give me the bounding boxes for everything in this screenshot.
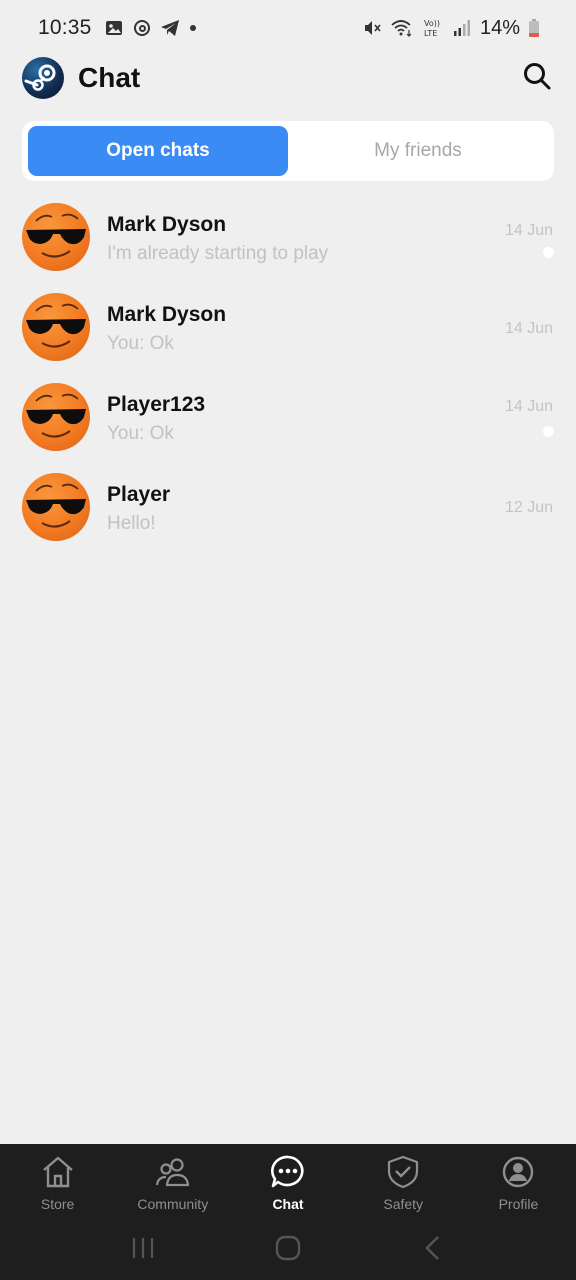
nav-item-safety[interactable]: Safety <box>346 1144 461 1220</box>
avatar <box>22 203 90 271</box>
chat-preview: Hello! <box>107 513 156 534</box>
search-button[interactable] <box>520 61 554 95</box>
chat-text: Player123 You: Ok <box>107 392 205 448</box>
nav-item-chat[interactable]: Chat <box>230 1144 345 1220</box>
tab-my-friends[interactable]: My friends <box>288 126 548 176</box>
chat-name: Player <box>107 483 171 506</box>
avatar <box>22 293 90 361</box>
chat-date: 14 Jun <box>504 222 553 239</box>
nav-label: Community <box>137 1196 209 1212</box>
app-header: Chat <box>0 56 576 100</box>
unread-dot <box>543 426 554 437</box>
chat-text: Mark Dyson I'm already starting to play <box>107 212 328 268</box>
chat-name: Player123 <box>107 393 206 416</box>
people-icon <box>155 1154 191 1190</box>
svg-text:Vo)): Vo)) <box>424 19 440 28</box>
volte-icon: Vo)) LTE <box>422 18 444 38</box>
chat-text: Mark Dyson You: Ok <box>107 302 226 358</box>
chat-row[interactable]: Player123 You: Ok 14 Jun <box>0 380 576 470</box>
recents-button[interactable] <box>123 1230 163 1270</box>
svg-text:LTE: LTE <box>424 29 437 38</box>
avatar <box>22 473 90 541</box>
chat-preview: I'm already starting to play <box>107 243 329 264</box>
page-title: Chat <box>78 62 141 93</box>
dot-icon <box>188 18 198 38</box>
home-icon <box>40 1154 76 1190</box>
nav-label: Safety <box>383 1196 424 1212</box>
recents-icon <box>130 1235 156 1266</box>
chat-row[interactable]: Mark Dyson You: Ok 14 Jun <box>0 290 576 380</box>
chat-bubble-icon <box>270 1154 306 1190</box>
status-bar: 10:35 Vo)) LTE 14% <box>0 0 576 56</box>
chat-row[interactable]: Mark Dyson I'm already starting to play … <box>0 200 576 290</box>
chat-name: Mark Dyson <box>107 213 227 236</box>
gallery-icon <box>104 18 124 38</box>
chat-date: 14 Jun <box>504 320 553 337</box>
telegram-icon <box>160 18 180 38</box>
user-circle-icon <box>500 1154 536 1190</box>
battery-percent: 14% <box>479 16 520 39</box>
chat-preview: You: Ok <box>107 423 174 444</box>
battery-icon <box>528 18 540 38</box>
chat-row[interactable]: Player Hello! 12 Jun <box>0 470 576 560</box>
steam-logo-icon[interactable] <box>22 57 64 99</box>
nav-item-store[interactable]: Store <box>0 1144 115 1220</box>
nav-item-profile[interactable]: Profile <box>461 1144 576 1220</box>
nav-item-community[interactable]: Community <box>115 1144 230 1220</box>
home-circle-icon <box>274 1234 302 1267</box>
status-time: 10:35 <box>38 16 92 39</box>
chat-preview: You: Ok <box>107 333 174 354</box>
tab-open-chats[interactable]: Open chats <box>28 126 288 176</box>
nav-label: Profile <box>498 1196 539 1212</box>
mute-icon <box>362 18 382 38</box>
status-icons-right: Vo)) LTE 14% <box>362 17 540 40</box>
threads-icon <box>132 18 152 38</box>
chat-name: Mark Dyson <box>107 303 227 326</box>
wifi-icon <box>390 18 414 38</box>
unread-dot <box>543 247 554 258</box>
chat-list: Mark Dyson I'm already starting to play … <box>0 200 576 560</box>
chat-text: Player Hello! <box>107 482 170 538</box>
bottom-nav: Store Community Chat Safety Profile <box>0 1144 576 1220</box>
shield-check-icon <box>385 1154 421 1190</box>
avatar <box>22 383 90 451</box>
chat-date: 14 Jun <box>504 398 553 415</box>
status-icons-left <box>104 18 198 38</box>
chat-tabs: Open chats My friends <box>22 121 554 181</box>
nav-label: Chat <box>272 1196 304 1212</box>
back-chevron-icon <box>422 1234 444 1267</box>
back-button[interactable] <box>413 1230 453 1270</box>
nav-label: Store <box>40 1196 75 1212</box>
system-nav-bar <box>0 1220 576 1280</box>
chat-date: 12 Jun <box>504 499 553 516</box>
search-icon <box>522 61 552 96</box>
screen: 10:35 Vo)) LTE 14% Chat Open chats My fr… <box>0 0 576 1280</box>
home-system-button[interactable] <box>268 1230 308 1270</box>
signal-icon <box>452 18 472 38</box>
